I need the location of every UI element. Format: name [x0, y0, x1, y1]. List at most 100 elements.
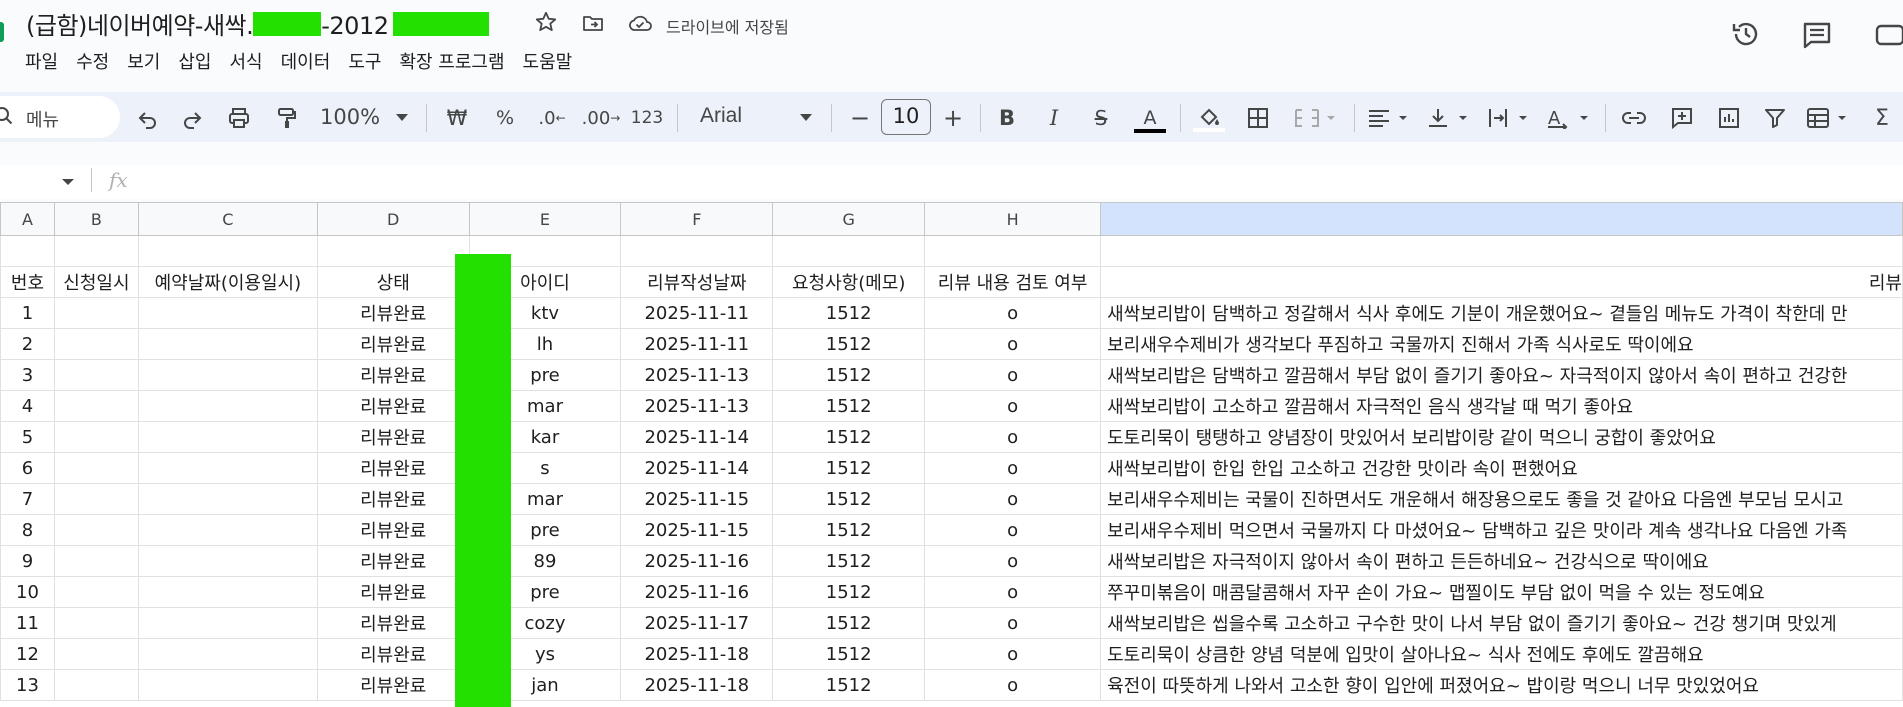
cell-no[interactable]: 13: [0, 669, 55, 701]
cell-status[interactable]: 리뷰완료: [316, 669, 470, 701]
cell[interactable]: [1100, 235, 1903, 267]
cell-status[interactable]: 리뷰완료: [316, 359, 470, 391]
sheet-grid[interactable]: A B C D E F G H 번호 신청일시 예약날짜(이용일시) 상태 아이…: [0, 202, 1903, 701]
functions-icon[interactable]: Σ: [1870, 104, 1894, 132]
cell-status[interactable]: 리뷰완료: [316, 576, 470, 608]
menu-extensions[interactable]: 확장 프로그램: [390, 46, 513, 76]
menu-tools[interactable]: 도구: [339, 46, 390, 76]
cell-no[interactable]: 5: [0, 421, 55, 453]
cell-review-date[interactable]: 2025-11-15: [620, 483, 774, 515]
cell-reservation-date[interactable]: [137, 452, 318, 484]
cell[interactable]: [316, 235, 470, 267]
cell-memo[interactable]: 1512: [772, 483, 926, 515]
text-color-icon[interactable]: A: [1133, 104, 1167, 136]
cell[interactable]: [620, 235, 774, 267]
cell-review-date[interactable]: 2025-11-17: [620, 607, 774, 639]
cell[interactable]: [0, 235, 55, 267]
cell-no[interactable]: 3: [0, 359, 55, 391]
cell-review-check[interactable]: o: [924, 421, 1102, 453]
cell-review-check[interactable]: o: [924, 576, 1102, 608]
cell-review[interactable]: 새싹보리밥은 씹을수록 고소하고 구수한 맛이 나서 부담 없이 즐기기 좋아요…: [1100, 607, 1903, 639]
header-cell-status[interactable]: 상태: [316, 266, 470, 298]
cell-reservation-date[interactable]: [137, 545, 318, 577]
cell-memo[interactable]: 1512: [772, 545, 926, 577]
cell-applied[interactable]: [53, 545, 139, 577]
merge-cells-icon[interactable]: [1292, 104, 1338, 132]
cell-no[interactable]: 7: [0, 483, 55, 515]
cell-reservation-date[interactable]: [137, 421, 318, 453]
menu-insert[interactable]: 삽입: [169, 46, 220, 76]
percent-format-button[interactable]: %: [492, 104, 518, 132]
cell-review[interactable]: 보리새우수제비는 국물이 진하면서도 개운해서 해장용으로도 좋을 것 같아요 …: [1100, 483, 1903, 515]
meet-icon[interactable]: [1875, 20, 1903, 50]
vertical-align-icon[interactable]: [1426, 104, 1472, 132]
insert-link-icon[interactable]: [1619, 104, 1649, 132]
decrease-decimal-icon[interactable]: .0 ←: [535, 104, 569, 132]
increase-decimal-icon[interactable]: .00 →: [582, 104, 621, 132]
cell-review[interactable]: 보리새우수제비가 생각보다 푸짐하고 국물까지 진해서 가족 식사로도 딱이에요: [1100, 328, 1903, 360]
cell-applied[interactable]: [53, 390, 139, 422]
insert-chart-icon[interactable]: [1714, 104, 1744, 132]
cell-review[interactable]: 보리새우수제비 먹으면서 국물까지 다 마셨어요~ 담백하고 깊은 맛이라 계속…: [1100, 514, 1903, 546]
column-header-f[interactable]: F: [620, 202, 774, 236]
cell-memo[interactable]: 1512: [772, 359, 926, 391]
zoom-select[interactable]: 100%: [320, 105, 380, 129]
cell-review-check[interactable]: o: [924, 452, 1102, 484]
cloud-saved-icon[interactable]: [627, 12, 653, 34]
cell-review-check[interactable]: o: [924, 390, 1102, 422]
cell-review[interactable]: 새싹보리밥은 담백하고 깔끔해서 부담 없이 즐기기 좋아요~ 자극적이지 않아…: [1100, 359, 1903, 391]
cell-no[interactable]: 8: [0, 514, 55, 546]
cell-status[interactable]: 리뷰완료: [316, 483, 470, 515]
cell-applied[interactable]: [53, 514, 139, 546]
cell-status[interactable]: 리뷰완료: [316, 328, 470, 360]
cell-review[interactable]: 육전이 따뜻하게 나와서 고소한 향이 입안에 퍼졌어요~ 밥이랑 먹으니 너무…: [1100, 669, 1903, 701]
text-rotation-icon[interactable]: A: [1545, 104, 1593, 132]
cell-review[interactable]: 새싹보리밥이 담백하고 정갈해서 식사 후에도 기분이 개운했어요~ 곁들임 메…: [1100, 297, 1903, 329]
increase-font-size-icon[interactable]: +: [941, 104, 965, 132]
column-header-i[interactable]: [1100, 202, 1903, 236]
cell-memo[interactable]: 1512: [772, 452, 926, 484]
italic-icon[interactable]: I: [1041, 104, 1067, 132]
star-icon[interactable]: [534, 10, 558, 34]
cell-memo[interactable]: 1512: [772, 328, 926, 360]
print-icon[interactable]: [224, 104, 254, 132]
cell-reservation-date[interactable]: [137, 638, 318, 670]
cell-memo[interactable]: 1512: [772, 607, 926, 639]
cell-status[interactable]: 리뷰완료: [316, 421, 470, 453]
cell-memo[interactable]: 1512: [772, 390, 926, 422]
fill-color-icon[interactable]: [1192, 104, 1226, 136]
cell-review-check[interactable]: o: [924, 483, 1102, 515]
cell-review-check[interactable]: o: [924, 607, 1102, 639]
menu-format[interactable]: 서식: [221, 46, 272, 76]
version-history-icon[interactable]: [1729, 17, 1763, 51]
cell-review[interactable]: 도토리묵이 탱탱하고 양념장이 맛있어서 보리밥이랑 같이 먹으니 궁합이 좋았…: [1100, 421, 1903, 453]
cell-review-date[interactable]: 2025-11-11: [620, 328, 774, 360]
column-header-c[interactable]: C: [137, 202, 318, 236]
borders-icon[interactable]: [1244, 104, 1272, 132]
cell-status[interactable]: 리뷰완료: [316, 452, 470, 484]
cell-status[interactable]: 리뷰완료: [316, 514, 470, 546]
cell-applied[interactable]: [53, 421, 139, 453]
cell-review-check[interactable]: o: [924, 545, 1102, 577]
menu-view[interactable]: 보기: [118, 46, 169, 76]
cell-reservation-date[interactable]: [137, 359, 318, 391]
cell-applied[interactable]: [53, 607, 139, 639]
cell-reservation-date[interactable]: [137, 607, 318, 639]
cell-review-check[interactable]: o: [924, 514, 1102, 546]
cell-no[interactable]: 2: [0, 328, 55, 360]
header-cell-reservation-date[interactable]: 예약날짜(이용일시): [137, 266, 318, 298]
menu-data[interactable]: 데이터: [272, 46, 340, 76]
column-header-h[interactable]: H: [924, 202, 1102, 236]
cell-review-date[interactable]: 2025-11-14: [620, 421, 774, 453]
insert-comment-icon[interactable]: [1667, 104, 1697, 132]
cell-review[interactable]: 새싹보리밥이 한입 한입 고소하고 건강한 맛이라 속이 편했어요: [1100, 452, 1903, 484]
cell-review-check[interactable]: o: [924, 328, 1102, 360]
cell-reservation-date[interactable]: [137, 576, 318, 608]
cell-review[interactable]: 새싹보리밥은 자극적이지 않아서 속이 편하고 든든하네요~ 건강식으로 딱이에…: [1100, 545, 1903, 577]
menu-edit[interactable]: 수정: [67, 46, 118, 76]
header-cell-memo[interactable]: 요청사항(메모): [772, 266, 926, 298]
paint-format-icon[interactable]: [272, 104, 302, 132]
cell[interactable]: [53, 235, 139, 267]
cell-status[interactable]: 리뷰완료: [316, 390, 470, 422]
cell-review-date[interactable]: 2025-11-16: [620, 576, 774, 608]
